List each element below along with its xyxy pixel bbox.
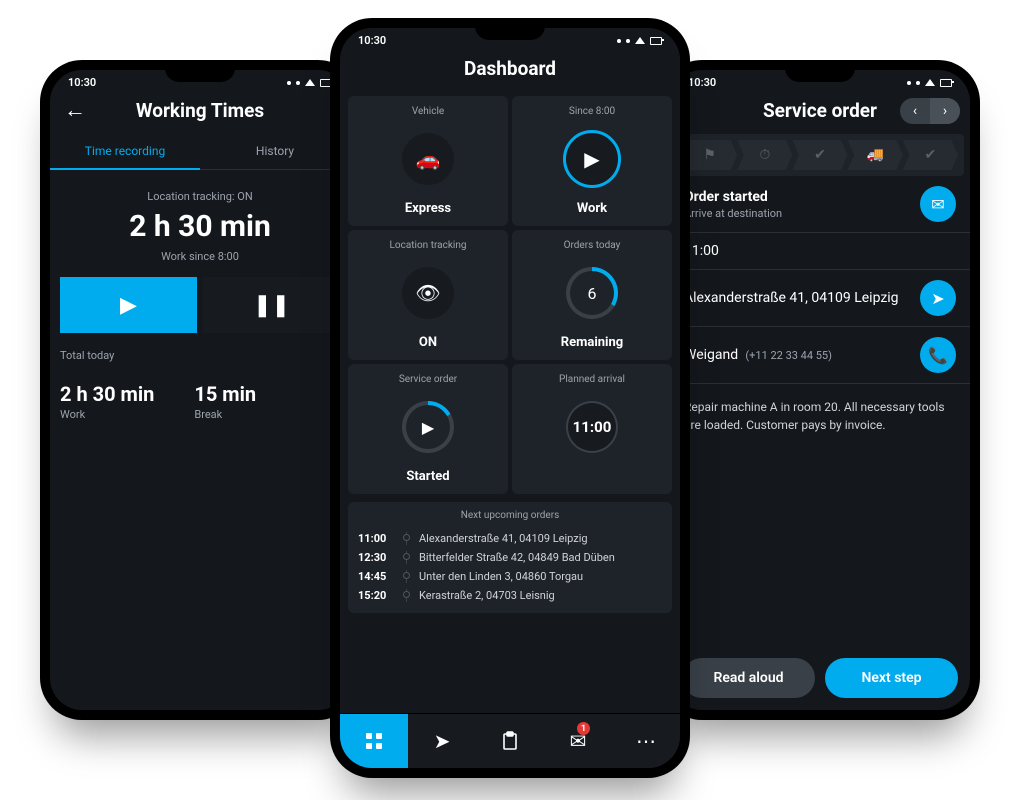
card-value: Remaining: [561, 335, 623, 350]
card-label: Service order: [399, 374, 457, 385]
step-stopwatch-icon: ⏱: [737, 140, 792, 170]
notch: [475, 18, 545, 40]
status-time: 10:30: [688, 76, 716, 89]
nav-more-button[interactable]: ⋯: [612, 714, 680, 768]
work-total: 2 h 30 min: [60, 382, 154, 406]
contact-phone: (+11 22 33 44 55): [745, 349, 832, 362]
upcoming-time: 14:45: [358, 570, 394, 583]
status-time: 10:30: [358, 34, 386, 47]
message-badge: 1: [577, 722, 590, 735]
order-address: Alexanderstraße 41, 04109 Leipzig: [684, 290, 908, 306]
upcoming-time: 11:00: [358, 532, 394, 545]
upcoming-address: Kerastraße 2, 04703 Leisnig: [419, 589, 662, 602]
pause-button[interactable]: ❚❚: [203, 277, 340, 333]
read-aloud-button[interactable]: Read aloud: [682, 658, 815, 698]
contact-section: Weigand (+11 22 33 44 55) 📞: [670, 327, 970, 384]
card-value: Work: [577, 201, 607, 216]
tab-history[interactable]: History: [200, 134, 350, 169]
order-status-title: Order started: [684, 189, 908, 205]
phone-dashboard: 10:30 Dashboard Vehicle 🚗 Express Since …: [330, 18, 690, 778]
card-label: Planned arrival: [559, 374, 625, 385]
upcoming-address: Alexanderstraße 41, 04109 Leipzig: [419, 532, 662, 545]
service-progress-ring: ▶: [402, 401, 454, 453]
progress-stepper: ⚑ ⏱ ✔ 🚚 ✔: [676, 134, 964, 176]
step-check-icon: ✔: [792, 140, 847, 170]
next-step-button[interactable]: Next step: [825, 658, 958, 698]
card-label: Orders today: [564, 240, 621, 251]
notch: [785, 60, 855, 82]
call-button[interactable]: 📞: [920, 337, 956, 373]
step-flag-icon: ⚑: [682, 140, 737, 170]
card-work[interactable]: Since 8:00 ▶ Work: [512, 96, 672, 226]
order-note: Repair machine A in room 20. All necessa…: [670, 384, 970, 448]
page-title: Dashboard: [464, 57, 556, 80]
upcoming-title: Next upcoming orders: [358, 510, 662, 521]
eye-icon: 👁: [402, 267, 454, 319]
tab-time-recording[interactable]: Time recording: [50, 134, 200, 170]
arrival-section: 11:00: [670, 233, 970, 270]
upcoming-time: 15:20: [358, 589, 394, 602]
upcoming-time: 12:30: [358, 551, 394, 564]
upcoming-address: Bitterfelder Straße 42, 04849 Bad Düben: [419, 551, 662, 564]
message-button[interactable]: ✉: [920, 186, 956, 222]
phone-working-times: 10:30 ← Working Times Time recording His…: [40, 60, 360, 720]
order-nav: ‹ ›: [900, 98, 960, 124]
bottom-nav: ➤ ✉1 ⋯: [340, 713, 680, 768]
card-tracking[interactable]: Location tracking 👁 ON: [348, 230, 508, 360]
nav-dashboard-button[interactable]: [340, 714, 408, 768]
card-label: Location tracking: [390, 240, 467, 251]
phone-service-order: 10:30 Service order ‹ › ⚑ ⏱ ✔ 🚚 ✔ Order …: [660, 60, 980, 720]
play-icon: ▶: [563, 130, 621, 188]
card-value: [590, 469, 593, 484]
notch: [165, 60, 235, 82]
upcoming-row[interactable]: 12:30 Bitterfelder Straße 42, 04849 Bad …: [358, 548, 662, 567]
nav-navigate-button[interactable]: ➤: [408, 714, 476, 768]
contact-name: Weigand: [684, 347, 738, 363]
totals-label: Total today: [60, 349, 340, 362]
arrival-time-ring: 11:00: [566, 401, 618, 453]
arrival-time: 11:00: [573, 418, 612, 436]
upcoming-row[interactable]: 15:20 Kerastraße 2, 04703 Leisnig: [358, 586, 662, 605]
break-sublabel: Break: [194, 408, 256, 421]
clipboard-play-icon: ▶: [422, 418, 434, 437]
next-order-button[interactable]: ›: [930, 98, 960, 124]
nav-orders-button[interactable]: [476, 714, 544, 768]
card-service-order[interactable]: Service order ▶ Started: [348, 364, 508, 494]
upcoming-row[interactable]: 14:45 Unter den Linden 3, 04860 Torgau: [358, 567, 662, 586]
car-icon: 🚗: [402, 133, 454, 185]
break-total: 15 min: [194, 382, 256, 406]
step-done-icon: ✔: [903, 140, 958, 170]
status-section: Order started Arrive at destination ✉: [670, 176, 970, 233]
upcoming-address: Unter den Linden 3, 04860 Torgau: [419, 570, 662, 583]
status-time: 10:30: [68, 76, 96, 89]
card-value: ON: [419, 335, 437, 350]
navigate-button[interactable]: ➤: [920, 280, 956, 316]
orders-count: 6: [588, 284, 597, 303]
card-label: Since 8:00: [569, 106, 615, 117]
card-orders[interactable]: Orders today 6 Remaining: [512, 230, 672, 360]
nav-messages-button[interactable]: ✉1: [544, 714, 612, 768]
upcoming-orders: Next upcoming orders 11:00 Alexanderstra…: [348, 502, 672, 613]
step-truck-icon: 🚚: [848, 140, 903, 170]
upcoming-row[interactable]: 11:00 Alexanderstraße 41, 04109 Leipzig: [358, 529, 662, 548]
play-button[interactable]: ▶: [60, 277, 197, 333]
card-label: Vehicle: [412, 106, 444, 117]
page-title: Working Times: [136, 99, 264, 122]
work-since: Work since 8:00: [60, 250, 340, 263]
card-arrival[interactable]: Planned arrival 11:00: [512, 364, 672, 494]
back-button[interactable]: ←: [64, 100, 86, 122]
order-status-sub: Arrive at destination: [684, 207, 908, 220]
prev-order-button[interactable]: ‹: [900, 98, 930, 124]
orders-progress-ring: 6: [566, 267, 618, 319]
tracking-status: Location tracking: ON: [60, 190, 340, 203]
work-sublabel: Work: [60, 408, 154, 421]
card-vehicle[interactable]: Vehicle 🚗 Express: [348, 96, 508, 226]
elapsed-time: 2 h 30 min: [60, 209, 340, 244]
card-value: Express: [405, 201, 451, 216]
page-title: Service order: [763, 99, 877, 122]
tabs: Time recording History: [50, 134, 350, 170]
arrival-time: 11:00: [684, 243, 956, 259]
address-section: Alexanderstraße 41, 04109 Leipzig ➤: [670, 270, 970, 327]
card-value: Started: [406, 469, 449, 484]
